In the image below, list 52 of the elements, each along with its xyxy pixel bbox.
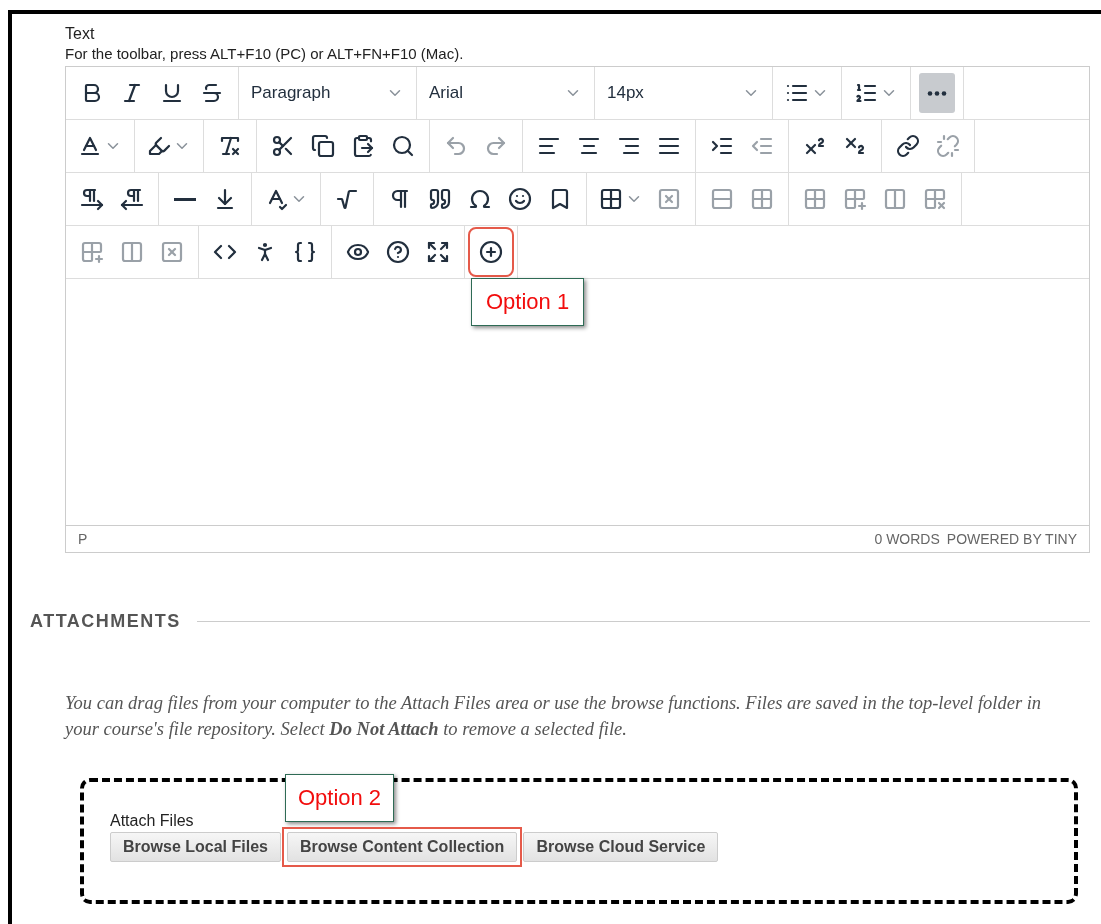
text-color-icon — [78, 134, 102, 158]
clear-formatting-icon — [218, 134, 242, 158]
font-size-select[interactable]: 14px — [601, 73, 766, 113]
insert-row-icon — [710, 187, 734, 211]
strikethrough-icon — [200, 81, 224, 105]
more-button[interactable] — [919, 73, 955, 113]
attach-files-label: Attach Files — [110, 812, 195, 830]
unlink-icon — [936, 134, 960, 158]
search-icon — [391, 134, 415, 158]
omega-icon — [468, 187, 492, 211]
browse-button[interactable]: Browse Content Collection — [286, 832, 518, 862]
field-label: Text — [65, 24, 96, 44]
quote-icon — [428, 187, 452, 211]
right-to-left-icon — [120, 187, 144, 211]
table-cell-icon — [803, 187, 827, 211]
section-heading: ATTACHMENTS — [30, 611, 181, 632]
horizontal-line-icon — [174, 197, 196, 201]
braces-icon — [293, 240, 317, 264]
word-count: 0 WORDS — [874, 531, 940, 547]
insert-column-icon — [843, 187, 867, 211]
attachments-description: You can drag files from your computer to the Attach Files area or use the browse functions. Files are saved in the top-level folder in your course's file repository. Select Do Not Attach to remove a selected file. — [65, 692, 1043, 741]
left-to-right-icon — [80, 187, 104, 211]
underline-icon — [160, 81, 184, 105]
fullscreen-icon — [426, 240, 450, 264]
smile-icon — [508, 187, 532, 211]
paste-icon — [351, 134, 375, 158]
delete-column-icon — [923, 187, 947, 211]
add-content-icon — [479, 240, 503, 264]
block-format-select[interactable]: Paragraph — [245, 73, 410, 113]
element-path: P — [78, 531, 88, 547]
delete-table-icon — [657, 187, 681, 211]
cut-icon — [271, 134, 295, 158]
browse-button[interactable]: Browse Cloud Service — [523, 832, 719, 862]
powered-by-label: POWERED BY TINY — [946, 531, 1077, 547]
callout-label: Option 1 — [471, 278, 585, 326]
numbered-list-icon — [854, 81, 878, 105]
table-icon — [599, 187, 623, 211]
toolbar-hint: For the toolbar, press ALT+F10 (PC) or ALT+FN+F10 (Mac). — [65, 44, 465, 64]
more-icon — [927, 90, 947, 96]
link-icon — [896, 134, 920, 158]
delete-cell-icon — [160, 240, 184, 264]
table-column-icon — [883, 187, 907, 211]
redo-icon — [484, 134, 508, 158]
undo-icon — [444, 134, 468, 158]
math-icon — [335, 187, 359, 211]
table-row-icon — [750, 187, 774, 211]
copy-icon — [311, 134, 335, 158]
highlighter-icon — [147, 134, 171, 158]
font-family-select[interactable]: Arial — [423, 73, 588, 113]
help-icon — [386, 240, 410, 264]
browse-button[interactable]: Browse Local Files — [110, 832, 281, 862]
callout-label: Option 2 — [284, 774, 395, 822]
